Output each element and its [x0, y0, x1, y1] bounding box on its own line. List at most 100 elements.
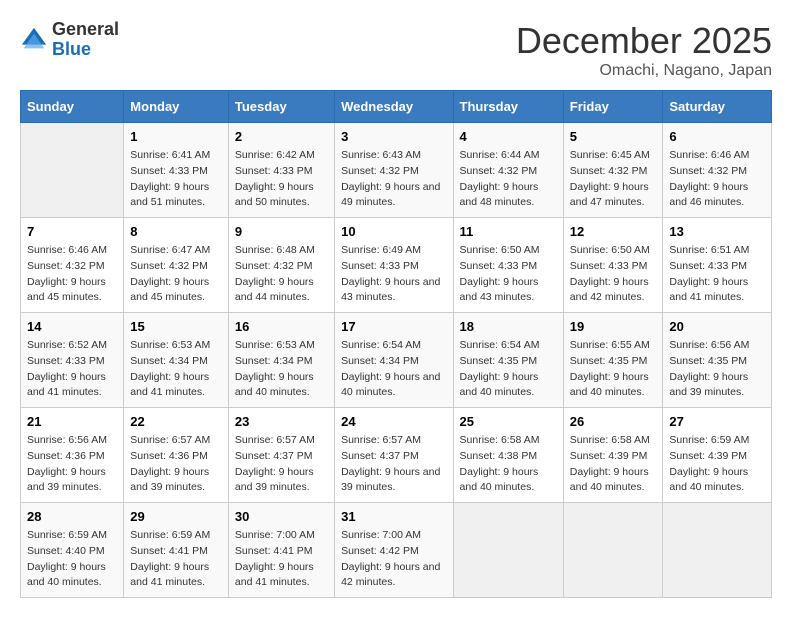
day-number: 18	[460, 319, 557, 334]
calendar-cell: 3 Sunrise: 6:43 AMSunset: 4:32 PMDaylight…	[335, 123, 453, 218]
day-number: 11	[460, 224, 557, 239]
day-number: 6	[669, 129, 765, 144]
day-number: 8	[130, 224, 222, 239]
calendar-cell: 28Sunrise: 6:59 AMSunset: 4:40 PMDayligh…	[21, 503, 124, 598]
calendar-cell	[563, 503, 663, 598]
day-info: Sunrise: 6:52 AMSunset: 4:33 PMDaylight:…	[27, 338, 117, 401]
calendar-cell: 15 Sunrise: 6:53 AMSunset: 4:34 PMDayligh…	[124, 313, 229, 408]
day-info: Sunrise: 6:49 AMSunset: 4:33 PMDaylight:…	[341, 243, 446, 306]
day-number: 2	[235, 129, 328, 144]
calendar-cell: 1Sunrise: 6:41 AMSunset: 4:33 PMDaylight…	[124, 123, 229, 218]
day-number: 5	[570, 129, 657, 144]
calendar-table: SundayMondayTuesdayWednesdayThursdayFrid…	[20, 90, 772, 598]
calendar-header-row: SundayMondayTuesdayWednesdayThursdayFrid…	[21, 91, 772, 123]
calendar-cell: 20 Sunrise: 6:56 AMSunset: 4:35 PMDayligh…	[663, 313, 772, 408]
day-of-week-header: Sunday	[21, 91, 124, 123]
day-number: 16	[235, 319, 328, 334]
day-number: 21	[27, 414, 117, 429]
day-info: Sunrise: 6:43 AMSunset: 4:32 PMDaylight:…	[341, 148, 446, 211]
calendar-cell	[663, 503, 772, 598]
day-info: Sunrise: 6:59 AMSunset: 4:40 PMDaylight:…	[27, 528, 117, 591]
calendar-cell: 6Sunrise: 6:46 AMSunset: 4:32 PMDaylight…	[663, 123, 772, 218]
day-number: 3	[341, 129, 446, 144]
day-number: 7	[27, 224, 117, 239]
day-info: Sunrise: 6:59 AMSunset: 4:41 PMDaylight:…	[130, 528, 222, 591]
day-info: Sunrise: 6:53 AMSunset: 4:34 PMDaylight:…	[235, 338, 328, 401]
day-number: 23	[235, 414, 328, 429]
calendar-cell: 23 Sunrise: 6:57 AMSunset: 4:37 PMDayligh…	[228, 408, 334, 503]
calendar-cell: 16 Sunrise: 6:53 AMSunset: 4:34 PMDayligh…	[228, 313, 334, 408]
day-info: Sunrise: 6:57 AMSunset: 4:36 PMDaylight:…	[130, 433, 222, 496]
day-info: Sunrise: 6:50 AMSunset: 4:33 PMDaylight:…	[570, 243, 657, 306]
calendar-cell: 9Sunrise: 6:48 AMSunset: 4:32 PMDaylight…	[228, 218, 334, 313]
calendar-cell: 13 Sunrise: 6:51 AMSunset: 4:33 PMDayligh…	[663, 218, 772, 313]
calendar-cell: 2 Sunrise: 6:42 AMSunset: 4:33 PMDaylight…	[228, 123, 334, 218]
calendar-cell: 8 Sunrise: 6:47 AMSunset: 4:32 PMDaylight…	[124, 218, 229, 313]
calendar-cell: 7 Sunrise: 6:46 AMSunset: 4:32 PMDaylight…	[21, 218, 124, 313]
day-info: Sunrise: 7:00 AMSunset: 4:42 PMDaylight:…	[341, 528, 446, 591]
day-number: 15	[130, 319, 222, 334]
day-info: Sunrise: 6:57 AMSunset: 4:37 PMDaylight:…	[341, 433, 446, 496]
day-info: Sunrise: 6:51 AMSunset: 4:33 PMDaylight:…	[669, 243, 765, 306]
calendar-cell: 29 Sunrise: 6:59 AMSunset: 4:41 PMDayligh…	[124, 503, 229, 598]
calendar-cell	[453, 503, 563, 598]
location: Omachi, Nagano, Japan	[516, 62, 772, 80]
month-title: December 2025	[516, 20, 772, 62]
calendar-cell	[21, 123, 124, 218]
day-info: Sunrise: 7:00 AMSunset: 4:41 PMDaylight:…	[235, 528, 328, 591]
logo-general-text: General	[52, 19, 119, 39]
logo-blue-text: Blue	[52, 39, 91, 59]
day-info: Sunrise: 6:50 AMSunset: 4:33 PMDaylight:…	[460, 243, 557, 306]
day-number: 17	[341, 319, 446, 334]
day-number: 10	[341, 224, 446, 239]
day-of-week-header: Saturday	[663, 91, 772, 123]
day-info: Sunrise: 6:59 AMSunset: 4:39 PMDaylight:…	[669, 433, 765, 496]
logo-icon	[20, 26, 48, 54]
day-number: 4	[460, 129, 557, 144]
day-info: Sunrise: 6:54 AMSunset: 4:34 PMDaylight:…	[341, 338, 446, 401]
day-info: Sunrise: 6:57 AMSunset: 4:37 PMDaylight:…	[235, 433, 328, 496]
calendar-cell: 12Sunrise: 6:50 AMSunset: 4:33 PMDayligh…	[563, 218, 663, 313]
day-info: Sunrise: 6:41 AMSunset: 4:33 PMDaylight:…	[130, 148, 222, 211]
calendar-cell: 11 Sunrise: 6:50 AMSunset: 4:33 PMDayligh…	[453, 218, 563, 313]
day-of-week-header: Friday	[563, 91, 663, 123]
calendar-cell: 4 Sunrise: 6:44 AMSunset: 4:32 PMDaylight…	[453, 123, 563, 218]
day-number: 22	[130, 414, 222, 429]
calendar-week-row: 1Sunrise: 6:41 AMSunset: 4:33 PMDaylight…	[21, 123, 772, 218]
calendar-cell: 22 Sunrise: 6:57 AMSunset: 4:36 PMDayligh…	[124, 408, 229, 503]
calendar-cell: 17 Sunrise: 6:54 AMSunset: 4:34 PMDayligh…	[335, 313, 453, 408]
day-info: Sunrise: 6:58 AMSunset: 4:39 PMDaylight:…	[570, 433, 657, 496]
day-info: Sunrise: 6:58 AMSunset: 4:38 PMDaylight:…	[460, 433, 557, 496]
calendar-cell: 18 Sunrise: 6:54 AMSunset: 4:35 PMDayligh…	[453, 313, 563, 408]
title-block: December 2025 Omachi, Nagano, Japan	[516, 20, 772, 80]
calendar-cell: 27Sunrise: 6:59 AMSunset: 4:39 PMDayligh…	[663, 408, 772, 503]
day-of-week-header: Thursday	[453, 91, 563, 123]
day-info: Sunrise: 6:48 AMSunset: 4:32 PMDaylight:…	[235, 243, 328, 306]
calendar-cell: 21 Sunrise: 6:56 AMSunset: 4:36 PMDayligh…	[21, 408, 124, 503]
day-of-week-header: Wednesday	[335, 91, 453, 123]
calendar-cell: 14Sunrise: 6:52 AMSunset: 4:33 PMDayligh…	[21, 313, 124, 408]
day-info: Sunrise: 6:42 AMSunset: 4:33 PMDaylight:…	[235, 148, 328, 211]
day-info: Sunrise: 6:53 AMSunset: 4:34 PMDaylight:…	[130, 338, 222, 401]
day-number: 25	[460, 414, 557, 429]
day-info: Sunrise: 6:47 AMSunset: 4:32 PMDaylight:…	[130, 243, 222, 306]
logo: General Blue	[20, 20, 119, 60]
day-info: Sunrise: 6:56 AMSunset: 4:36 PMDaylight:…	[27, 433, 117, 496]
day-number: 26	[570, 414, 657, 429]
calendar-cell: 5Sunrise: 6:45 AMSunset: 4:32 PMDaylight…	[563, 123, 663, 218]
calendar-week-row: 14Sunrise: 6:52 AMSunset: 4:33 PMDayligh…	[21, 313, 772, 408]
day-info: Sunrise: 6:54 AMSunset: 4:35 PMDaylight:…	[460, 338, 557, 401]
calendar-week-row: 21 Sunrise: 6:56 AMSunset: 4:36 PMDayligh…	[21, 408, 772, 503]
day-number: 20	[669, 319, 765, 334]
day-number: 19	[570, 319, 657, 334]
calendar-cell: 31Sunrise: 7:00 AMSunset: 4:42 PMDayligh…	[335, 503, 453, 598]
day-number: 13	[669, 224, 765, 239]
calendar-cell: 25 Sunrise: 6:58 AMSunset: 4:38 PMDayligh…	[453, 408, 563, 503]
page-header: General Blue December 2025 Omachi, Nagan…	[20, 20, 772, 80]
day-number: 29	[130, 509, 222, 524]
day-info: Sunrise: 6:56 AMSunset: 4:35 PMDaylight:…	[669, 338, 765, 401]
day-info: Sunrise: 6:44 AMSunset: 4:32 PMDaylight:…	[460, 148, 557, 211]
day-number: 24	[341, 414, 446, 429]
day-info: Sunrise: 6:46 AMSunset: 4:32 PMDaylight:…	[27, 243, 117, 306]
calendar-cell: 19Sunrise: 6:55 AMSunset: 4:35 PMDayligh…	[563, 313, 663, 408]
